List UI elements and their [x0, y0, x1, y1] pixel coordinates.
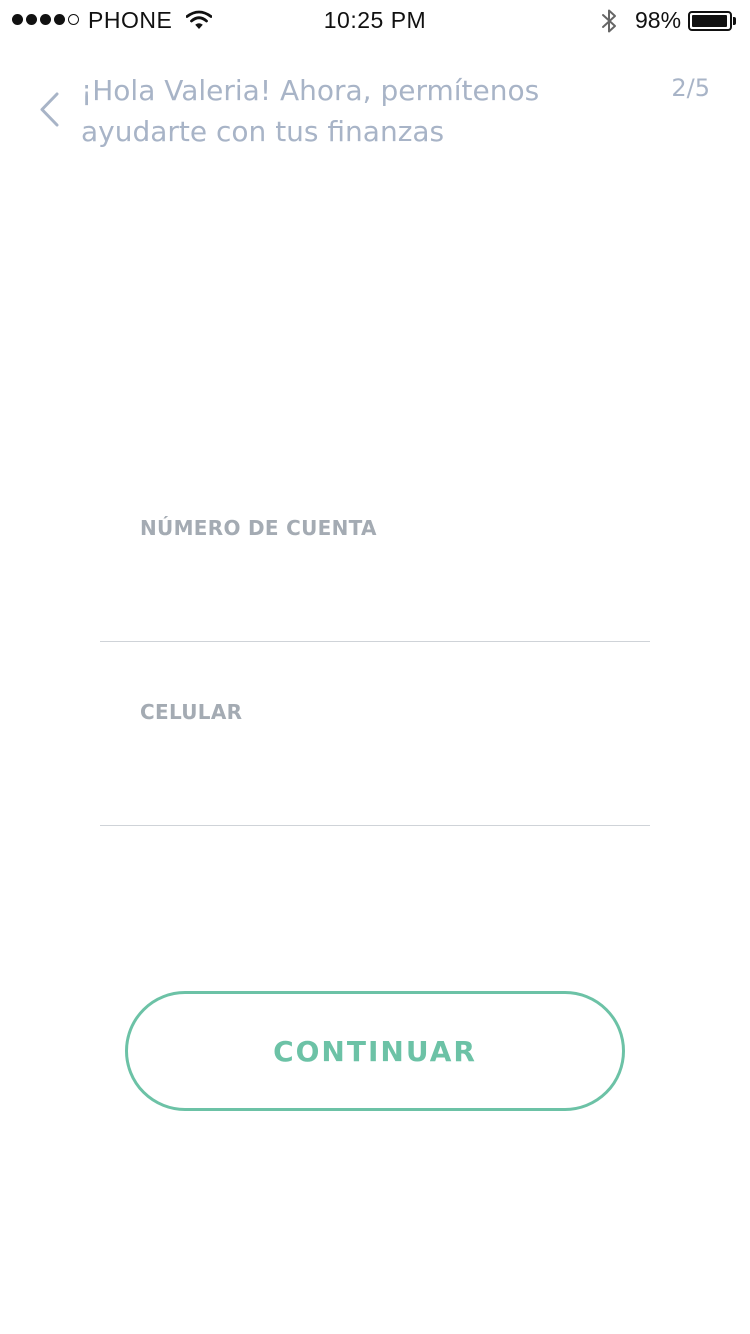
account-number-label: NÚMERO DE CUENTA — [140, 516, 377, 540]
phone-input[interactable] — [140, 767, 610, 811]
battery-icon — [688, 11, 738, 31]
back-button[interactable] — [30, 88, 70, 132]
phone-field: CELULAR — [100, 690, 650, 826]
chevron-left-icon — [40, 92, 59, 127]
battery-body — [688, 11, 732, 31]
continue-button[interactable]: CONTINUAR — [125, 991, 625, 1111]
phone-label: CELULAR — [140, 700, 243, 724]
page-title: ¡Hola Valeria! Ahora, permítenos ayudart… — [81, 74, 540, 148]
battery-tip — [733, 17, 736, 25]
step-indicator: 2/5 — [671, 74, 710, 102]
bluetooth-icon — [602, 9, 616, 33]
status-bar: PHONE 10:25 PM 98% — [0, 0, 750, 40]
continue-button-label: CONTINUAR — [273, 1034, 477, 1068]
battery-percent: 98% — [635, 7, 682, 33]
account-number-input[interactable] — [140, 583, 610, 627]
account-number-field: NÚMERO DE CUENTA — [100, 500, 650, 642]
battery-fill — [692, 15, 728, 27]
